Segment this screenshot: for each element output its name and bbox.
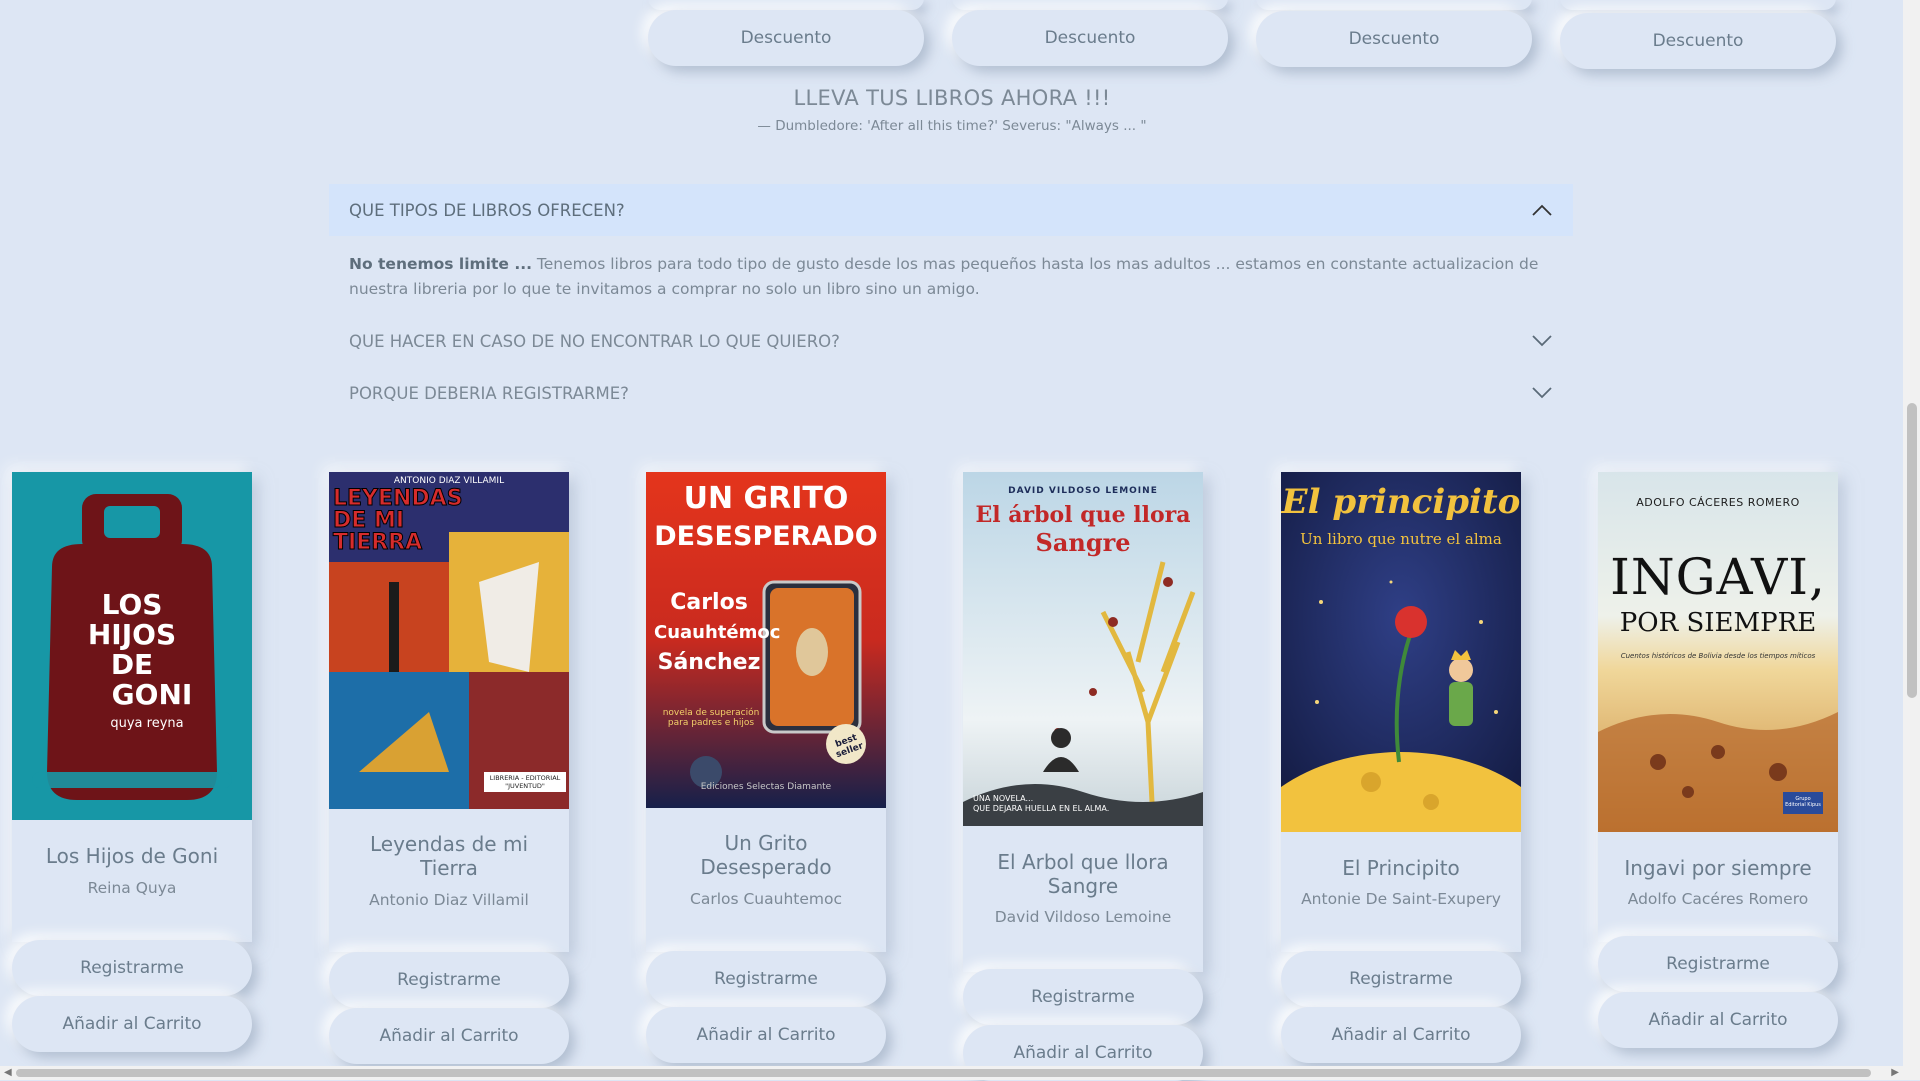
little-prince-illustration (1281, 472, 1521, 832)
vertical-scrollbar[interactable] (1903, 0, 1920, 1080)
cover-subtitle: Cuentos históricos de Bolivia desde los … (1620, 652, 1816, 660)
add-to-cart-button[interactable]: Añadir al Carrito (646, 1007, 886, 1063)
faq-question-3[interactable]: PORQUE DEBERIA REGISTRARME? (329, 375, 1573, 411)
cover-title-line: TIERRA (333, 530, 423, 555)
horizontal-scrollbar[interactable]: ◀ ▶ (0, 1066, 1903, 1080)
cover-author: quya reyna (110, 716, 184, 731)
scroll-right-icon[interactable]: ▶ (1891, 1067, 1899, 1078)
faq-answer: No tenemos limite ... Tenemos libros par… (349, 252, 1549, 302)
cover-title-line: El árbol que llora (975, 502, 1191, 528)
cover-title-line: DE MI (333, 508, 405, 533)
chevron-up-icon (1532, 204, 1552, 216)
card-top-fragment (648, 0, 924, 10)
add-to-cart-button[interactable]: Añadir al Carrito (329, 1008, 569, 1064)
card-top-fragment (952, 0, 1228, 10)
faq-question-2[interactable]: QUE HACER EN CASO DE NO ENCONTRAR LO QUE… (329, 323, 1573, 359)
book-author: David Vildoso Lemoine (994, 908, 1172, 926)
book-author: Antonie De Saint-Exupery (1301, 890, 1501, 908)
quote: — Dumbledore: 'After all this time?' Sev… (757, 118, 1147, 134)
book-title: Un Grito Desesperado (700, 831, 832, 879)
book-title: El Principito (1342, 856, 1460, 880)
book-title: Los Hijos de Goni (45, 844, 219, 868)
book-title: Leyendas de mi Tierra (369, 832, 529, 880)
cover-title-line: UN GRITO (683, 481, 849, 516)
faq-answer-bold: No tenemos limite ... (349, 255, 532, 273)
cover-subtitle: Un libro que nutre el alma (1300, 530, 1502, 548)
cover-title-line: INGAVI, (1610, 548, 1826, 606)
cover-subtitle: novela de superación para padres e hijos (662, 708, 760, 728)
cover-author-line: Sánchez (657, 650, 761, 675)
cover-publisher: Grupo Editorial Kipus (1785, 796, 1821, 808)
cover-title-line: El principito (1281, 482, 1521, 522)
cover-title-line: POR SIEMPRE (1619, 608, 1817, 638)
scroll-left-icon[interactable]: ◀ (4, 1067, 12, 1078)
register-button[interactable]: Registrarme (963, 969, 1203, 1025)
cover-title-line: DESESPERADO (654, 521, 878, 552)
cover-author: DAVID VILDOSO LEMOINE (1008, 486, 1158, 496)
scrollbar-thumb[interactable] (1907, 403, 1917, 698)
cover-tagline: QUE DEJARA HUELLA EN EL ALMA. (973, 804, 1110, 813)
cover-author-line: Carlos (670, 590, 748, 615)
cover-title-line: LOS (101, 588, 163, 621)
faq-question-label: QUE TIPOS DE LIBROS OFRECEN? (349, 200, 625, 220)
cover-publisher: LIBRERIA - EDITORIAL "JUVENTUD" (484, 772, 566, 792)
register-button[interactable]: Registrarme (329, 952, 569, 1008)
cover-title-line: DE (110, 648, 154, 681)
book-title: El Arbol que llora Sangre (997, 850, 1169, 898)
register-button[interactable]: Registrarme (1281, 951, 1521, 1007)
register-button[interactable]: Registrarme (12, 940, 252, 996)
book-cover[interactable]: LOS HIJOS DE GONI quya reyna (12, 472, 252, 820)
book-author: Adolfo Cacéres Romero (1627, 890, 1809, 908)
cover-author: ADOLFO CÁCERES ROMERO (1636, 496, 1800, 509)
discount-button[interactable]: Descuento (952, 10, 1228, 66)
book-cover[interactable]: DAVID VILDOSO LEMOINE El árbol que llora… (963, 472, 1203, 826)
discount-button[interactable]: Descuento (648, 10, 924, 66)
add-to-cart-button[interactable]: Añadir al Carrito (12, 996, 252, 1052)
book-cover[interactable]: UN GRITO DESESPERADO Carlos Cuauhtémoc S… (646, 472, 886, 808)
faq-question-label: QUE HACER EN CASO DE NO ENCONTRAR LO QUE… (349, 331, 840, 351)
tagline: LLEVA TUS LIBROS AHORA !!! (793, 86, 1111, 110)
card-top-fragment (1256, 0, 1532, 10)
cover-title-line: Sangre (1035, 528, 1131, 557)
cover-tagline: UNA NOVELA... (973, 794, 1034, 803)
faq-question-open[interactable]: QUE TIPOS DE LIBROS OFRECEN? (329, 184, 1573, 236)
cover-publisher: Ediciones Selectas Diamante (700, 782, 832, 792)
card-top-fragment (1560, 0, 1836, 10)
discount-button[interactable]: Descuento (1560, 13, 1836, 69)
cover-title-line: HIJOS (87, 618, 177, 651)
discount-button[interactable]: Descuento (1256, 11, 1532, 67)
book-title: Ingavi por siempre (1624, 856, 1812, 880)
book-cover[interactable]: El principito Un libro que nutre el alma (1281, 472, 1521, 832)
cover-title-line: LEYENDAS (333, 486, 464, 511)
add-to-cart-button[interactable]: Añadir al Carrito (1281, 1007, 1521, 1063)
faq-question-label: PORQUE DEBERIA REGISTRARME? (349, 383, 629, 403)
add-to-cart-button[interactable]: Añadir al Carrito (1598, 992, 1838, 1048)
book-cover[interactable]: ADOLFO CÁCERES ROMERO INGAVI, POR SIEMPR… (1598, 472, 1838, 832)
book-author: Carlos Cuauhtemoc (690, 890, 842, 908)
cover-title-line: GONI (111, 678, 193, 711)
register-button[interactable]: Registrarme (646, 951, 886, 1007)
book-author: Reina Quya (87, 879, 177, 897)
cover-author-line: Cuauhtémoc (654, 622, 781, 643)
book-cover[interactable]: ANTONIO DIAZ VILLAMIL LEYENDAS DE MI TIE… (329, 472, 569, 809)
book-author: Antonio Diaz Villamil (369, 891, 529, 909)
scrollbar-thumb[interactable] (16, 1069, 1871, 1077)
chevron-down-icon (1532, 387, 1552, 399)
cover-author: ANTONIO DIAZ VILLAMIL (393, 476, 505, 486)
chevron-down-icon (1532, 335, 1552, 347)
register-button[interactable]: Registrarme (1598, 936, 1838, 992)
